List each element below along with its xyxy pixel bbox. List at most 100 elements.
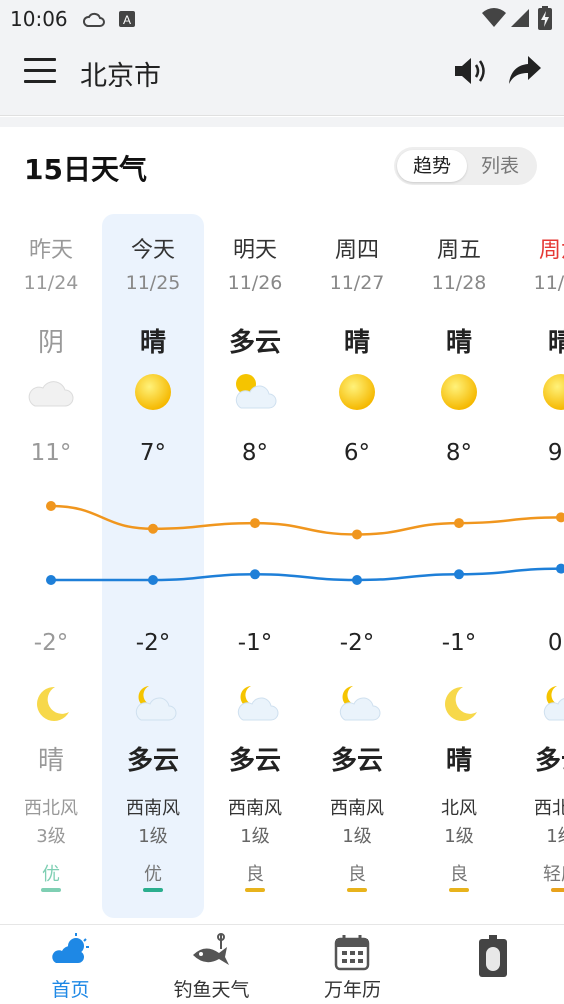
nav-lantern[interactable] [423,925,564,1004]
wind-direction: 西北风 [534,798,564,819]
high-temp: 8° [445,440,473,466]
high-temp: 8° [241,440,269,466]
aqi-bar [551,888,564,892]
wind-direction: 西南风 [330,798,384,819]
toggle-list[interactable]: 列表 [465,150,535,182]
aqi-label: 优 [144,864,162,885]
moon-cloud-icon [335,684,381,724]
moon-icon [29,684,73,724]
sun-icon [337,372,377,412]
day-date: 11/24 [23,272,79,294]
day-label: 周六 [538,238,564,263]
aqi-label: 优 [42,864,60,885]
fishing-icon [193,933,229,965]
day-condition: 晴 [547,328,564,358]
aqi-bar [449,888,469,892]
wifi-icon [482,8,506,27]
high-temp-point [556,512,564,523]
aqi-bar [245,888,265,892]
low-temp: -2° [339,630,375,656]
nav-calendar-label: 万年历 [323,979,381,1001]
night-condition: 多云 [330,746,383,776]
moon-cloud-icon [233,684,279,724]
view-toggle[interactable]: 趋势 列表 [394,147,537,185]
high-temp-point [352,529,362,540]
high-temp: 9° [547,440,564,466]
high-temp: 6° [343,440,371,466]
sun-icon [133,372,173,412]
city-title[interactable]: 北京市 [80,54,161,93]
night-condition: 多云 [228,746,281,776]
day-label: 昨天 [28,238,73,263]
day-label: 周四 [334,238,379,263]
day-condition: 晴 [139,328,166,358]
aqi-bar [347,888,367,892]
calendar-icon [334,935,370,971]
nav-fishing-label: 钓鱼天气 [173,979,250,1001]
low-temp-point [454,569,464,580]
low-temp-point [148,575,158,585]
low-temp: -1° [441,630,477,656]
wind-level: 1级 [342,826,372,847]
day-label: 今天 [130,238,175,263]
night-condition: 多云 [534,746,564,776]
sun-icon [439,372,479,412]
lantern-icon [479,935,507,977]
day-label: 周五 [436,238,481,263]
night-condition: 晴 [37,746,64,776]
low-temp-point [352,575,362,585]
speaker-icon[interactable] [452,54,488,88]
nav-home[interactable]: 首页 [0,925,141,1004]
sun-icon [541,372,564,412]
wind-level: 1级 [240,826,270,847]
toggle-trend[interactable]: 趋势 [397,150,467,182]
day-condition: 晴 [343,328,370,358]
day-condition: 阴 [37,328,64,358]
low-temp-point [556,563,564,574]
cloud-status-icon [82,12,105,27]
night-condition: 晴 [445,746,472,776]
nav-calendar[interactable]: 万年历 [282,925,423,1004]
moon-icon [437,684,481,724]
menu-icon[interactable] [24,58,56,84]
low-temp: -2° [135,630,171,656]
wind-level: 3级 [36,826,66,847]
moon-cloud-icon [539,684,564,724]
temperature-chart [46,501,564,585]
aqi-label: 轻度 [543,864,564,885]
wind-level: 1级 [444,826,474,847]
home-weather-icon [52,933,89,963]
section-title: 15日天气 [24,153,147,186]
high-temp-line [50,504,564,536]
low-temp-point [46,575,56,585]
nav-fishing[interactable]: 钓鱼天气 [141,925,282,1004]
wind-direction: 西北风 [24,798,78,819]
sun-cloud-icon [231,372,279,412]
low-temp: 0° [547,630,564,656]
aqi-label: 良 [246,864,264,885]
low-temp-point [250,569,260,580]
day-date: 11/29 [533,272,564,294]
signal-icon [511,9,529,27]
notification-a-icon: A [119,11,135,27]
aqi-label: 良 [450,864,468,885]
high-temp: 11° [30,440,72,466]
cloudy-icon [27,372,75,412]
battery-icon [538,6,552,30]
day-condition: 晴 [445,328,472,358]
share-icon[interactable] [508,54,542,86]
day-date: 11/28 [431,272,487,294]
night-condition: 多云 [126,746,179,776]
wind-level: 1级 [138,826,168,847]
moon-cloud-icon [131,684,177,724]
bottom-nav: 首页 钓鱼天气 万年历 [0,924,564,1004]
day-condition: 多云 [228,328,281,358]
divider [0,117,564,127]
day-label: 明天 [232,238,277,263]
low-temp-line [51,567,564,582]
high-temp: 7° [139,440,167,466]
svg-text:A: A [123,13,131,27]
low-temp: -1° [237,630,273,656]
day-date: 11/27 [329,272,385,294]
high-temp-point [46,501,56,511]
